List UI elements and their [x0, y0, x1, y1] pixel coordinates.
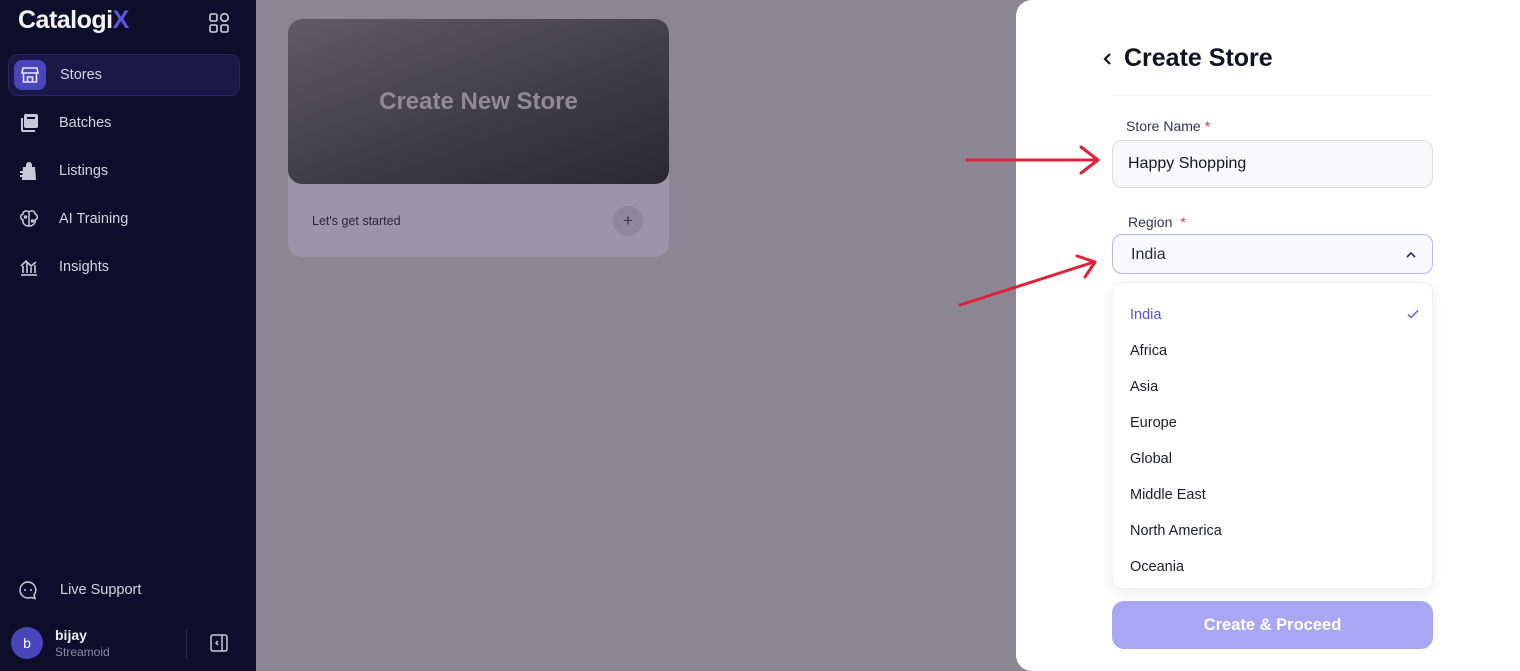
store-name-label-text: Store Name	[1126, 118, 1201, 134]
sidebar-item-insights[interactable]: Insights	[8, 246, 240, 288]
store-icon	[14, 60, 46, 90]
region-selected-value: India	[1131, 246, 1166, 263]
live-support-label: Live Support	[60, 582, 142, 598]
option-label: Middle East	[1130, 487, 1206, 503]
option-label: Asia	[1130, 379, 1159, 395]
region-option-north-america[interactable]: North America	[1130, 523, 1420, 539]
divider	[1112, 95, 1432, 96]
region-dropdown: India Africa Asia Europe Global Middle E…	[1112, 282, 1433, 589]
option-label: Global	[1130, 451, 1172, 467]
chat-bubble-icon	[19, 581, 37, 600]
option-label: North America	[1130, 523, 1222, 539]
panel-header: Create Store	[1100, 44, 1273, 73]
region-label-text: Region	[1128, 214, 1173, 230]
card-subtitle: Let's get started	[312, 214, 401, 228]
card-title: Create New Store	[379, 87, 578, 115]
store-name-input[interactable]	[1112, 140, 1433, 188]
sidebar-item-listings[interactable]: Listings	[8, 150, 240, 192]
sidebar-item-label: Stores	[60, 67, 102, 83]
create-and-proceed-button[interactable]: Create & Proceed	[1112, 601, 1433, 649]
region-select[interactable]: India	[1112, 234, 1433, 274]
create-new-store-card[interactable]: Create New Store Let's get started +	[288, 19, 669, 257]
insights-icon	[18, 256, 40, 278]
required-marker: *	[1180, 214, 1186, 230]
main-content: Create New Store Let's get started +	[256, 0, 1016, 671]
add-store-button[interactable]: +	[613, 206, 643, 236]
region-option-middle-east[interactable]: Middle East	[1130, 487, 1420, 503]
region-option-global[interactable]: Global	[1130, 451, 1420, 467]
option-label: Oceania	[1130, 559, 1185, 575]
apps-grid-icon[interactable]	[208, 12, 230, 34]
option-label: Europe	[1130, 415, 1177, 431]
required-marker: *	[1204, 118, 1211, 134]
divider	[186, 629, 187, 659]
option-label: India	[1130, 307, 1162, 323]
brand-accent: X	[112, 6, 130, 34]
sidebar-item-label: AI Training	[59, 211, 129, 227]
chevron-up-icon	[1406, 251, 1416, 258]
sidebar-item-label: Batches	[59, 115, 112, 131]
live-support-link[interactable]: Live Support	[18, 580, 141, 600]
avatar: b	[11, 627, 43, 659]
card-banner: Create New Store	[288, 19, 669, 184]
region-option-europe[interactable]: Europe	[1130, 415, 1420, 431]
region-option-africa[interactable]: Africa	[1130, 343, 1420, 359]
listings-icon	[18, 160, 40, 182]
collapse-sidebar-icon[interactable]	[210, 634, 228, 652]
brand-name: Catalogi	[18, 6, 113, 34]
store-name-label: Store Name *	[1126, 118, 1210, 134]
sidebar-item-label: Listings	[59, 163, 109, 179]
sidebar: CatalogiX Stores Batches Listings AI Tra…	[0, 0, 256, 671]
user-profile[interactable]: b bijay Streamoid	[11, 627, 110, 659]
sidebar-nav: Stores Batches Listings AI Training Insi…	[8, 54, 240, 294]
chevron-left-icon[interactable]	[1100, 50, 1116, 68]
region-label: Region *	[1128, 214, 1186, 230]
sidebar-item-ai-training[interactable]: AI Training	[8, 198, 240, 240]
page-title: Create Store	[1124, 44, 1273, 72]
user-org: Streamoid	[55, 645, 110, 659]
check-icon	[1407, 310, 1419, 319]
region-option-india[interactable]: India	[1130, 307, 1420, 323]
batches-icon	[18, 112, 40, 134]
sidebar-item-label: Insights	[59, 259, 109, 275]
user-name: bijay	[55, 627, 87, 643]
sidebar-item-batches[interactable]: Batches	[8, 102, 240, 144]
create-store-panel: Create Store Store Name* Region* India I…	[1016, 0, 1520, 671]
brand-logo[interactable]: CatalogiX	[18, 6, 129, 35]
region-option-asia[interactable]: Asia	[1130, 379, 1420, 395]
sidebar-item-stores[interactable]: Stores	[8, 54, 240, 96]
option-label: Africa	[1130, 343, 1168, 359]
region-option-oceania[interactable]: Oceania	[1130, 559, 1420, 575]
brain-icon	[18, 208, 40, 230]
